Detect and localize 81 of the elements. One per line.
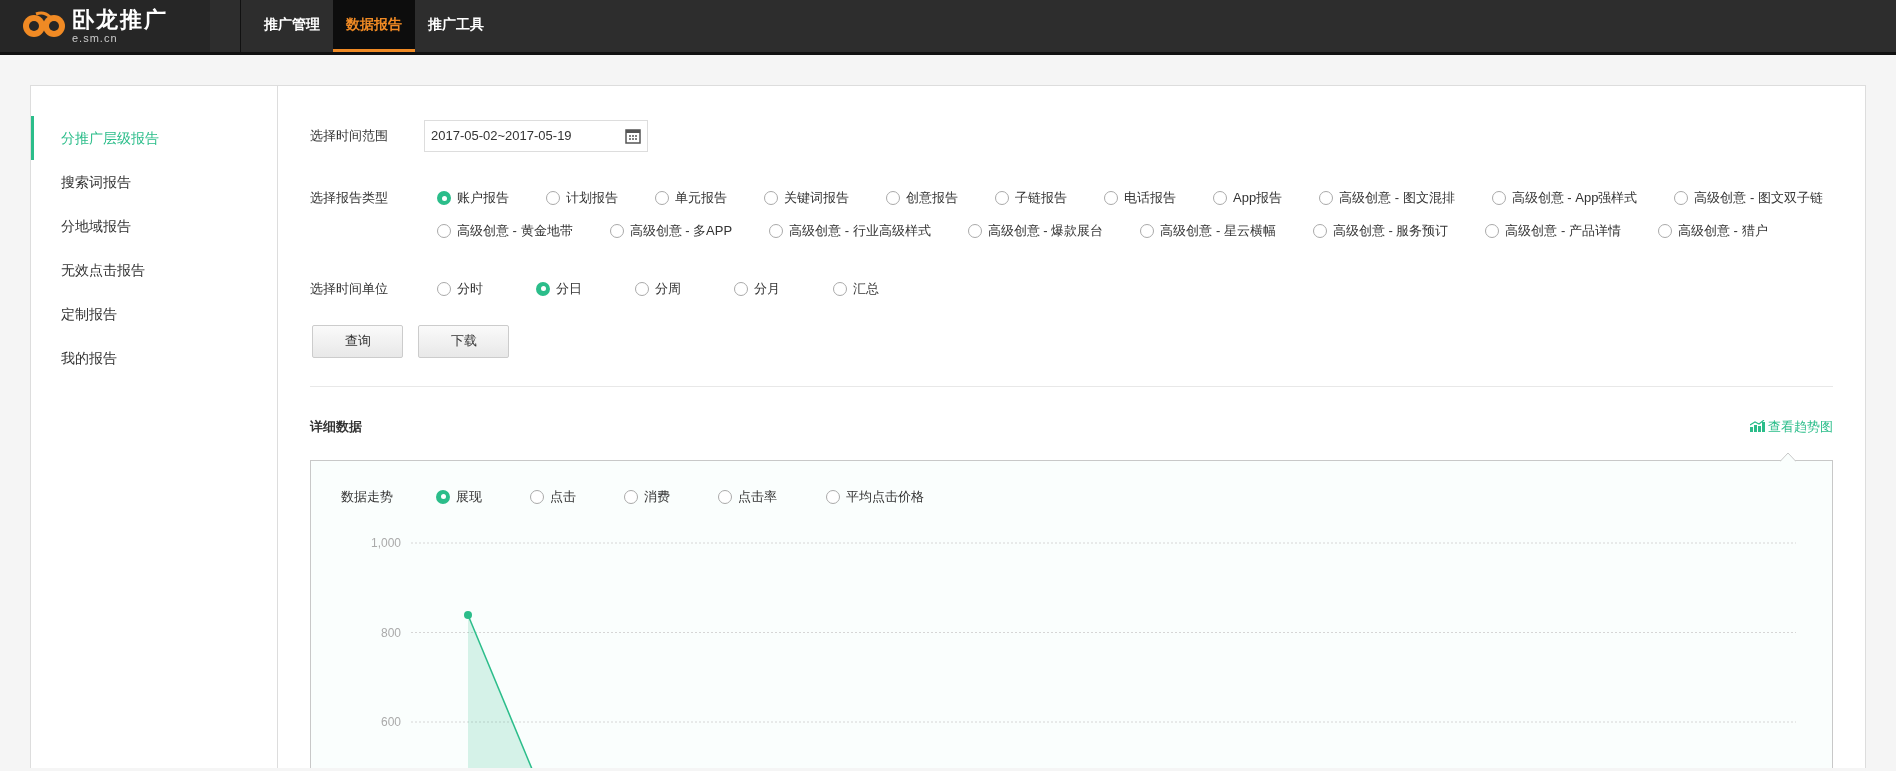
radio-button[interactable] — [437, 224, 451, 238]
calendar-icon[interactable] — [625, 128, 641, 144]
radio-option[interactable]: 高级创意 - 星云横幅 — [1140, 221, 1276, 241]
radio-option[interactable]: 电话报告 — [1104, 188, 1176, 208]
y-axis-label: 800 — [380, 625, 401, 639]
radio-button[interactable] — [886, 191, 900, 205]
radio-option[interactable]: 子链报告 — [995, 188, 1067, 208]
radio-option[interactable]: 分时 — [437, 279, 536, 299]
radio-option[interactable]: 高级创意 - 服务预订 — [1312, 221, 1449, 241]
radio-option[interactable]: 展现 — [436, 487, 530, 507]
field-label: 选择报告类型 — [310, 189, 389, 207]
sidebar-item[interactable]: 我的报告 — [31, 336, 277, 380]
radio-option[interactable]: 高级创意 - 爆款展台 — [967, 221, 1104, 241]
nav-tab[interactable]: 数据报告 — [333, 0, 415, 52]
radio-button[interactable] — [826, 489, 840, 504]
radio-button[interactable] — [635, 281, 649, 296]
radio-option[interactable]: 点击率 — [718, 487, 826, 507]
radio-button[interactable] — [1213, 191, 1227, 205]
radio-option[interactable]: 高级创意 - 多APP — [609, 221, 733, 241]
radio-button[interactable] — [655, 191, 669, 205]
bar-chart-icon — [1750, 420, 1765, 433]
radio-option[interactable]: 平均点击价格 — [826, 487, 946, 507]
radio-button[interactable] — [1657, 224, 1672, 238]
radio-button[interactable] — [1104, 191, 1118, 205]
query-button[interactable]: 查询 — [312, 324, 403, 358]
radio-option[interactable]: 分周 — [635, 279, 734, 299]
radio-option[interactable]: 分月 — [734, 279, 833, 299]
logo-name: 卧龙推广 — [72, 8, 168, 31]
date-range-field[interactable]: 2017-05-02~2017-05-19 — [424, 120, 648, 152]
sidebar-item[interactable]: 分地域报告 — [31, 204, 277, 248]
nav-tab[interactable]: 推广管理 — [251, 0, 333, 52]
radio-button[interactable] — [967, 224, 982, 238]
radio-option[interactable]: 汇总 — [833, 279, 932, 299]
radio-button[interactable] — [1140, 224, 1155, 238]
radio-button[interactable] — [1485, 224, 1500, 238]
radio-option[interactable]: 消费 — [624, 487, 718, 507]
radio-button[interactable] — [530, 489, 544, 504]
radio-button[interactable] — [436, 489, 450, 504]
radio-option[interactable]: App报告 — [1213, 188, 1283, 208]
sidebar-item[interactable]: 搜索词报告 — [31, 160, 277, 204]
radio-option[interactable]: 点击 — [530, 487, 624, 507]
logo-domain: e.sm.cn — [72, 32, 119, 44]
radio-option[interactable]: 高级创意 - 行业高级样式 — [769, 221, 931, 241]
radio-button[interactable] — [1491, 191, 1506, 205]
radio-button[interactable] — [546, 191, 560, 205]
field-label: 选择时间范围 — [310, 127, 389, 146]
radio-button[interactable] — [769, 224, 784, 238]
field-label: 数据走势 — [341, 488, 394, 506]
radio-option[interactable]: 账户报告 — [437, 188, 509, 208]
radio-option[interactable]: 高级创意 - 图文双子链 — [1674, 188, 1823, 208]
y-axis-label: 1,000 — [370, 535, 401, 550]
radio-button[interactable] — [1674, 191, 1689, 205]
section-title: 详细数据 — [310, 417, 362, 436]
radio-option[interactable]: 高级创意 - 产品详情 — [1485, 221, 1621, 241]
radio-button[interactable] — [764, 191, 778, 205]
radio-option[interactable]: 计划报告 — [546, 188, 618, 208]
radio-button[interactable] — [1312, 224, 1327, 238]
radio-option[interactable]: 分日 — [536, 279, 635, 299]
radio-option[interactable]: 高级创意 - 黄金地带 — [437, 221, 573, 241]
nav-tab[interactable]: 推广工具 — [415, 0, 497, 52]
radio-button[interactable] — [437, 191, 451, 205]
radio-button[interactable] — [437, 281, 451, 296]
radio-option[interactable]: 单元报告 — [655, 188, 727, 208]
y-axis-label: 600 — [380, 714, 401, 729]
radio-button[interactable] — [734, 281, 748, 296]
radio-button[interactable] — [536, 281, 550, 296]
radio-option[interactable]: 高级创意 - 图文混排 — [1319, 188, 1455, 208]
sidebar-item[interactable]: 定制报告 — [31, 292, 277, 336]
radio-button[interactable] — [833, 281, 847, 296]
radio-button[interactable] — [995, 191, 1009, 205]
radio-option[interactable]: 高级创意 - 猎户 — [1657, 221, 1768, 241]
radio-button[interactable] — [609, 224, 624, 238]
radio-option[interactable]: 创意报告 — [886, 188, 958, 208]
radio-option[interactable]: 关键词报告 — [764, 188, 849, 208]
radio-button[interactable] — [1319, 191, 1334, 205]
radio-option[interactable]: 高级创意 - App强样式 — [1491, 188, 1638, 208]
radio-button[interactable] — [718, 489, 732, 504]
field-label: 选择时间单位 — [310, 280, 389, 298]
sidebar-item[interactable]: 无效点击报告 — [31, 248, 277, 292]
download-button[interactable]: 下载 — [418, 324, 509, 358]
radio-button[interactable] — [624, 489, 638, 504]
